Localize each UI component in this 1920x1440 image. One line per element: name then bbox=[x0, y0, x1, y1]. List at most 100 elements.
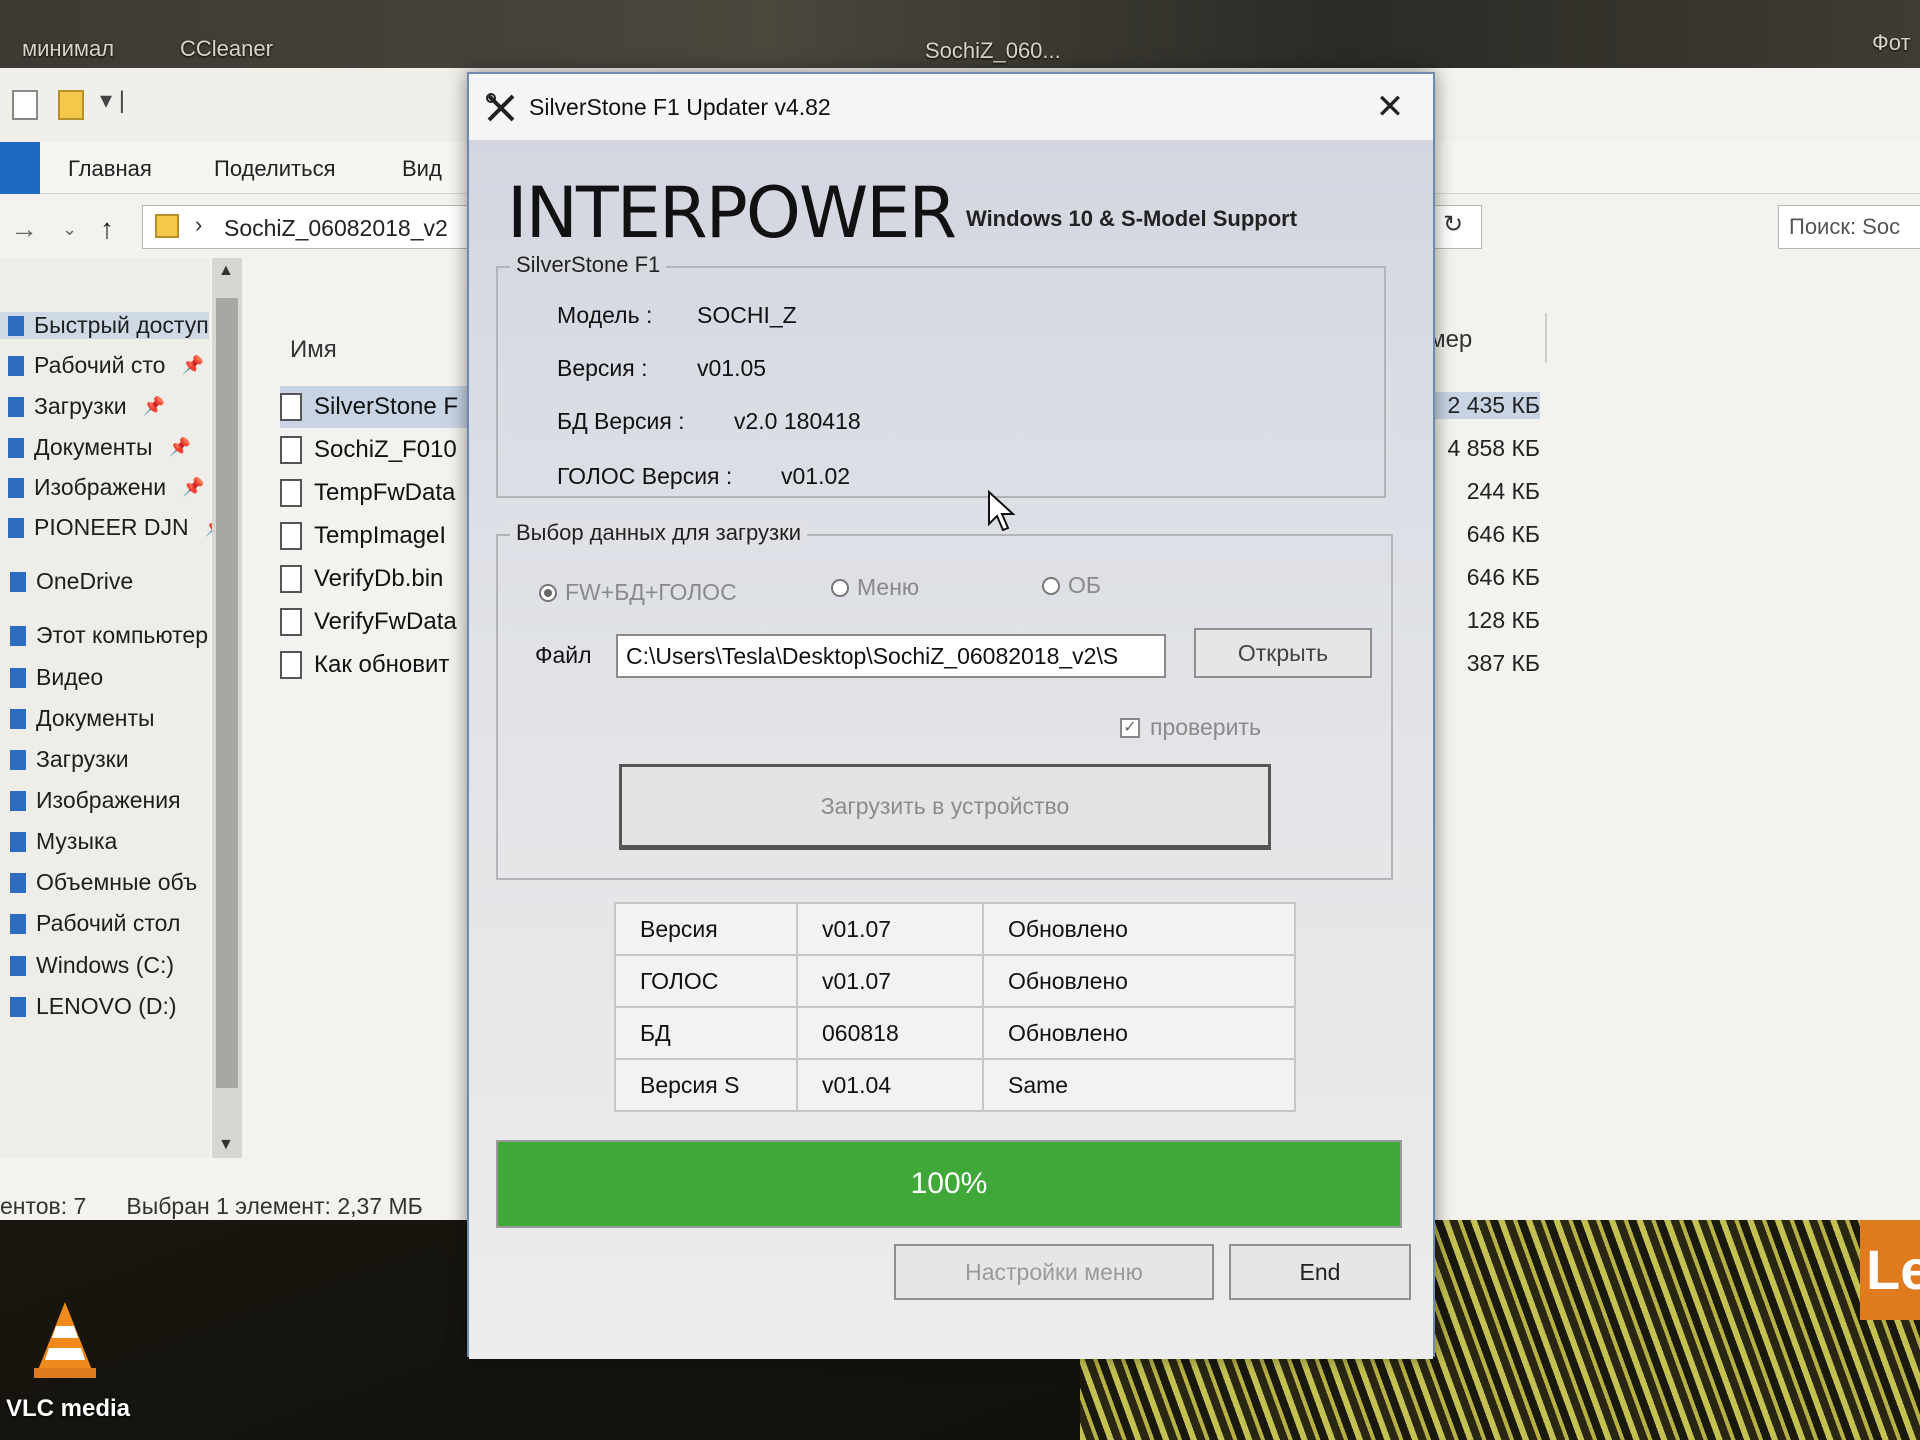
column-header-name[interactable]: Имя bbox=[290, 336, 337, 364]
file-name: VerifyFwData bbox=[314, 608, 457, 635]
sidebar-item-label: Изображения bbox=[36, 787, 181, 813]
sidebar-item[interactable]: Загрузки 📌 bbox=[0, 393, 165, 420]
file-row[interactable]: SilverStone F bbox=[280, 386, 480, 428]
forward-arrow-icon[interactable]: → bbox=[10, 213, 38, 245]
result-value: v01.07 bbox=[796, 902, 984, 956]
radio-fw-db-voice[interactable]: FW+БД+ГОЛОС bbox=[539, 579, 737, 606]
sidebar-item-icon bbox=[8, 396, 24, 417]
tab-home[interactable]: Главная bbox=[68, 156, 152, 182]
sidebar-item[interactable]: Этот компьютер bbox=[0, 622, 208, 649]
sidebar-item[interactable]: Документы 📌 bbox=[0, 434, 191, 461]
selection-info: Выбран 1 элемент: 2,37 МБ bbox=[126, 1193, 423, 1219]
file-size: 128 КБ bbox=[1466, 607, 1540, 633]
result-row: БД 060818 Обновлено bbox=[614, 1006, 1296, 1060]
radio-dot[interactable] bbox=[539, 583, 557, 602]
column-separator[interactable] bbox=[1545, 313, 1547, 363]
sidebar-item-icon bbox=[10, 749, 26, 770]
sidebar-item-icon bbox=[10, 625, 26, 646]
sidebar-item[interactable]: LENOVO (D:) bbox=[0, 993, 177, 1020]
sidebar-item-label: Быстрый доступ bbox=[34, 312, 209, 338]
file-name: SilverStone F bbox=[314, 393, 459, 420]
sidebar-item[interactable]: PIONEER DJN📌 bbox=[0, 514, 227, 541]
pin-icon[interactable]: 📌 bbox=[169, 437, 191, 458]
breadcrumb[interactable]: SochiZ_06082018_v2 bbox=[224, 215, 448, 242]
file-row[interactable]: TempFwData bbox=[280, 472, 480, 514]
sidebar-item[interactable]: Объемные объ bbox=[0, 869, 197, 896]
scroll-up-icon[interactable]: ▲ bbox=[218, 262, 234, 280]
desktop-icon-label[interactable]: Фот bbox=[1872, 30, 1911, 56]
upload-to-device-button[interactable]: Загрузить в устройство bbox=[619, 764, 1271, 850]
sidebar-item-icon bbox=[10, 790, 26, 811]
status-bar: ентов: 7 Выбран 1 элемент: 2,37 МБ bbox=[0, 1193, 480, 1229]
radio-dot[interactable] bbox=[831, 578, 849, 597]
file-row[interactable]: VerifyFwData bbox=[280, 601, 480, 643]
file-size: 2 435 КБ bbox=[1420, 392, 1540, 419]
version-label: Версия : bbox=[557, 355, 648, 381]
end-button[interactable]: End bbox=[1229, 1244, 1411, 1300]
file-size: 4 858 КБ bbox=[1447, 435, 1540, 461]
properties-icon[interactable] bbox=[12, 90, 38, 120]
result-status: Обновлено bbox=[982, 954, 1296, 1008]
verify-checkbox[interactable]: ✓ проверить bbox=[1120, 714, 1261, 741]
vlc-label[interactable]: VLC media bbox=[6, 1395, 130, 1423]
up-arrow-icon[interactable]: ↑ bbox=[100, 213, 114, 245]
file-path-input[interactable] bbox=[616, 634, 1166, 678]
file-size: 244 КБ bbox=[1466, 478, 1540, 504]
menu-settings-button[interactable]: Настройки меню bbox=[894, 1244, 1214, 1300]
refresh-icon[interactable]: ↻ bbox=[1443, 210, 1463, 239]
sidebar-item[interactable]: Музыка bbox=[0, 828, 117, 855]
vlc-icon[interactable] bbox=[30, 1300, 100, 1380]
file-icon bbox=[280, 436, 302, 464]
sidebar-item[interactable]: Загрузки bbox=[0, 746, 129, 773]
file-row[interactable]: TempImageI bbox=[280, 515, 480, 557]
sidebar-item[interactable]: Изображения bbox=[0, 787, 181, 814]
sidebar-item[interactable]: OneDrive bbox=[0, 568, 133, 595]
file-row[interactable]: VerifyDb.bin bbox=[280, 558, 480, 600]
lenovo-logo: Le bbox=[1860, 1220, 1920, 1320]
qat-dropdown-icon[interactable]: ▾ | bbox=[100, 86, 125, 115]
sidebar-item[interactable]: Изображени 📌 bbox=[0, 474, 205, 501]
file-name: SochiZ_F010 bbox=[314, 436, 457, 463]
sidebar-item-label: Видео bbox=[36, 664, 104, 690]
sidebar-item-label: Документы bbox=[34, 434, 153, 460]
file-row[interactable]: Как обновит bbox=[280, 644, 480, 686]
radio-menu[interactable]: Меню bbox=[831, 574, 919, 601]
result-status: Same bbox=[982, 1058, 1296, 1112]
progress-bar: 100% bbox=[496, 1140, 1402, 1228]
sidebar-item[interactable]: Быстрый доступ bbox=[0, 312, 209, 339]
check-icon[interactable]: ✓ bbox=[1120, 717, 1140, 738]
tab-view[interactable]: Вид bbox=[402, 156, 442, 182]
tab-share[interactable]: Поделиться bbox=[214, 156, 335, 182]
sidebar-item[interactable]: Документы bbox=[0, 705, 155, 732]
sidebar-item[interactable]: Рабочий стол bbox=[0, 910, 180, 937]
search-input[interactable]: Поиск: Soc bbox=[1778, 205, 1920, 249]
file-size: 646 КБ bbox=[1466, 564, 1540, 590]
desktop-icon-label[interactable]: минимал bbox=[22, 36, 114, 62]
new-folder-icon[interactable] bbox=[58, 90, 84, 120]
sidebar-item-label: OneDrive bbox=[36, 568, 134, 594]
sidebar-item-label: Музыка bbox=[36, 828, 118, 854]
tab-file[interactable] bbox=[0, 142, 40, 194]
file-row[interactable]: SochiZ_F010 bbox=[280, 429, 480, 471]
pin-icon[interactable]: 📌 bbox=[143, 396, 165, 417]
radio-ob[interactable]: ОБ bbox=[1042, 572, 1101, 599]
scroll-down-icon[interactable]: ▼ bbox=[218, 1136, 234, 1154]
radio-dot[interactable] bbox=[1042, 576, 1060, 595]
sidebar-item[interactable]: Рабочий сто 📌 bbox=[0, 352, 204, 379]
sidebar-item[interactable]: Видео bbox=[0, 664, 103, 691]
open-button[interactable]: Открыть bbox=[1194, 628, 1372, 678]
close-button[interactable]: ✕ bbox=[1359, 82, 1421, 132]
file-icon bbox=[280, 393, 302, 421]
desktop-icon-label[interactable]: CCleaner bbox=[180, 36, 273, 62]
sidebar-item-label: Рабочий сто bbox=[34, 352, 166, 378]
pin-icon[interactable]: 📌 bbox=[182, 477, 204, 498]
desktop-icon-label[interactable]: SochiZ_060... bbox=[925, 38, 1061, 64]
sidebar-item-label: Этот компьютер bbox=[36, 622, 208, 648]
chevron-down-icon[interactable]: ⌄ bbox=[62, 219, 77, 240]
sidebar-item-icon bbox=[8, 355, 24, 376]
sidebar-scroll-thumb[interactable] bbox=[216, 298, 238, 1088]
pin-icon[interactable]: 📌 bbox=[181, 355, 203, 376]
sidebar-item-icon bbox=[8, 315, 24, 336]
sidebar-item[interactable]: Windows (C:) bbox=[0, 952, 174, 979]
dialog-titlebar[interactable]: SilverStone F1 Updater v4.82 ✕ bbox=[469, 74, 1433, 140]
